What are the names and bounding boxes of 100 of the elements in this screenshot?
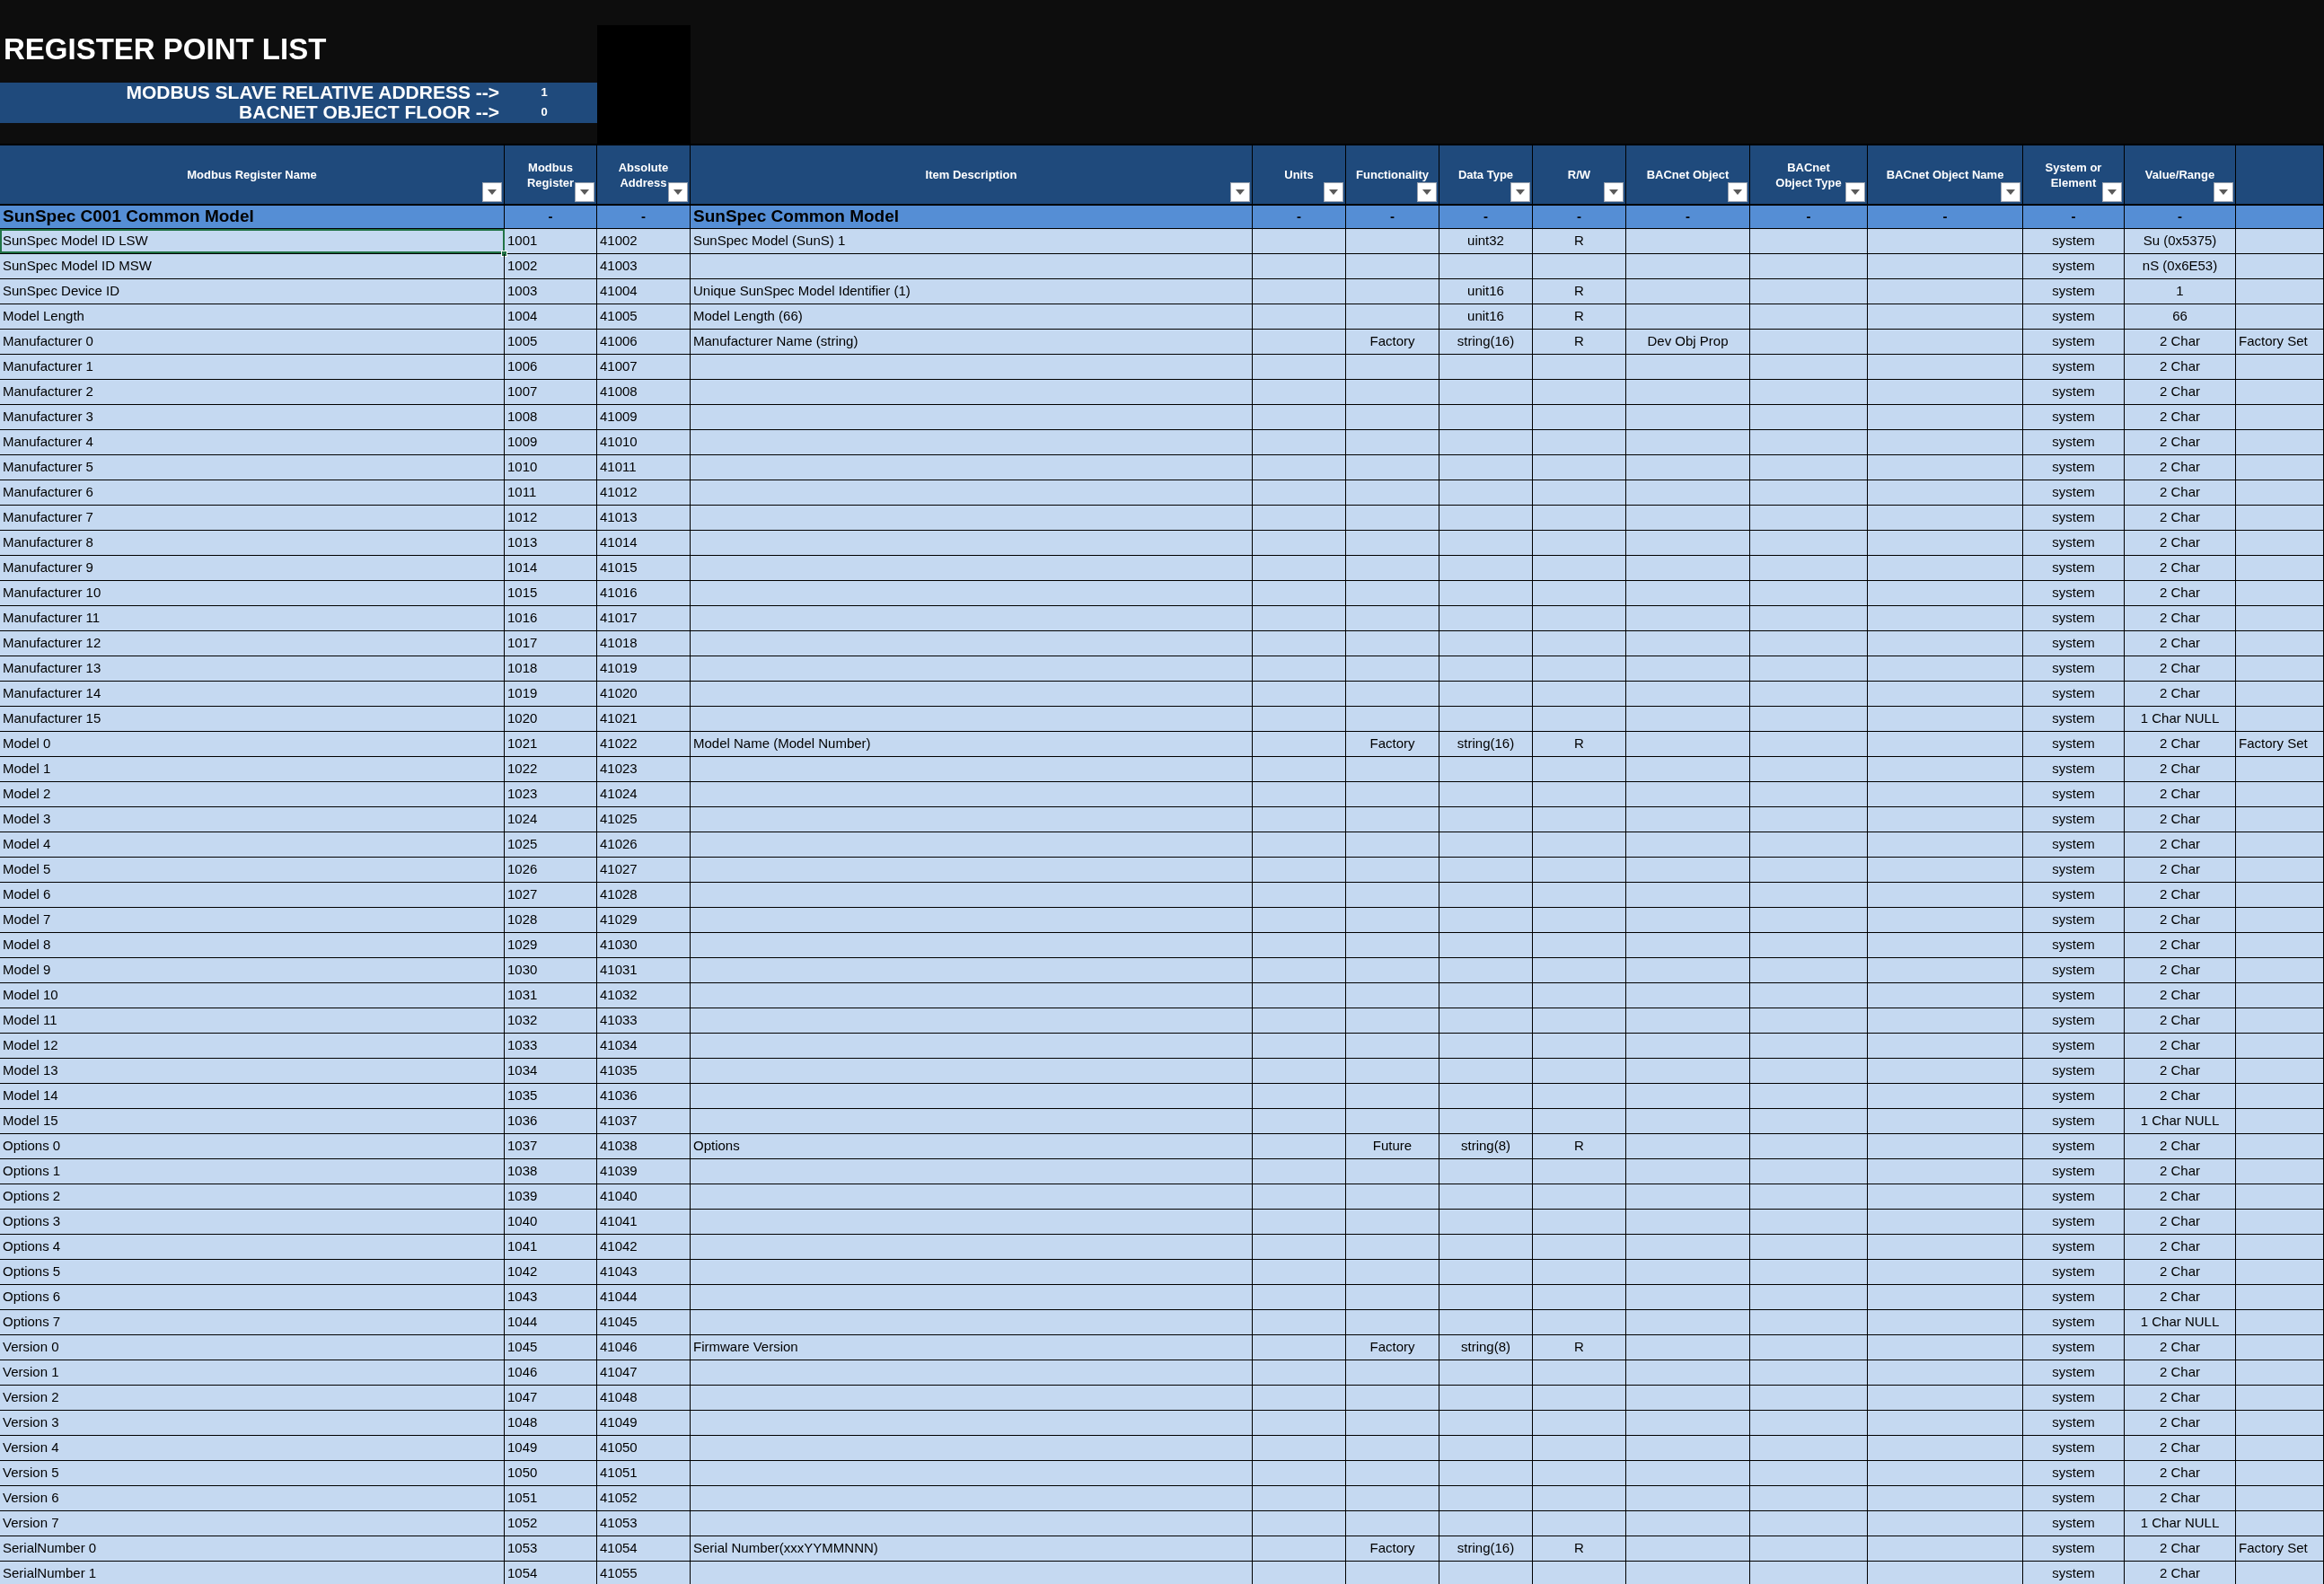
table-cell-text: 2 Char bbox=[2160, 357, 2200, 376]
name-cell[interactable]: Options 3 bbox=[0, 1210, 505, 1234]
name-cell[interactable]: Model 11 bbox=[0, 1008, 505, 1033]
filter-button[interactable] bbox=[1417, 182, 1437, 202]
table-cell-text: - bbox=[2178, 207, 2182, 226]
name-cell[interactable]: Options 0 bbox=[0, 1134, 505, 1158]
name-cell[interactable]: Model 7 bbox=[0, 908, 505, 932]
name-cell[interactable]: Version 2 bbox=[0, 1386, 505, 1410]
filter-button[interactable] bbox=[1510, 182, 1530, 202]
selected-cell[interactable]: SunSpec Model ID LSW bbox=[0, 229, 505, 253]
setting-label: MODBUS SLAVE RELATIVE ADDRESS --> bbox=[125, 83, 499, 102]
table-cell-text: 41048 bbox=[600, 1388, 638, 1407]
filter-button[interactable] bbox=[2102, 182, 2122, 202]
name-cell[interactable]: Version 4 bbox=[0, 1436, 505, 1460]
name-cell[interactable]: Manufacturer 6 bbox=[0, 480, 505, 505]
name-cell[interactable]: Model 9 bbox=[0, 958, 505, 982]
name-cell[interactable]: Model 8 bbox=[0, 933, 505, 957]
name-cell[interactable]: Manufacturer 3 bbox=[0, 405, 505, 429]
name-cell[interactable]: Manufacturer 7 bbox=[0, 506, 505, 530]
name-cell[interactable]: Version 6 bbox=[0, 1486, 505, 1510]
name-cell[interactable]: Manufacturer 4 bbox=[0, 430, 505, 454]
name-cell[interactable]: Manufacturer 2 bbox=[0, 380, 505, 404]
name-cell[interactable]: Manufacturer 5 bbox=[0, 455, 505, 480]
filter-button[interactable] bbox=[1728, 182, 1747, 202]
name-cell[interactable]: Version 3 bbox=[0, 1411, 505, 1435]
name-cell[interactable]: Manufacturer 1 bbox=[0, 355, 505, 379]
name-cell[interactable]: Manufacturer 10 bbox=[0, 581, 505, 605]
name-cell[interactable]: Model 1 bbox=[0, 757, 505, 781]
table-cell-text: 41034 bbox=[600, 1036, 638, 1055]
name-cell[interactable]: Model 15 bbox=[0, 1109, 505, 1133]
filter-button[interactable] bbox=[1324, 182, 1343, 202]
table-cell-text: 2 Char bbox=[2160, 936, 2200, 955]
name-cell[interactable]: Model Length bbox=[0, 304, 505, 329]
table-cell-text: 41021 bbox=[600, 709, 638, 728]
filter-button[interactable] bbox=[1845, 182, 1865, 202]
table-cell-text: 1054 bbox=[507, 1564, 538, 1583]
name-cell[interactable]: Options 1 bbox=[0, 1159, 505, 1184]
table-cell-text: 2 Char bbox=[2160, 1137, 2200, 1156]
table-cell-text: 41027 bbox=[600, 860, 638, 879]
table-cell-text: 41049 bbox=[600, 1413, 638, 1432]
table-cell-text: Su (0x5375) bbox=[2143, 232, 2217, 251]
filter-button[interactable] bbox=[1230, 182, 1250, 202]
table-cell-text: system bbox=[2052, 1388, 2095, 1407]
name-cell[interactable]: Manufacturer 9 bbox=[0, 556, 505, 580]
dropdown-arrow-icon bbox=[580, 189, 589, 195]
name-cell[interactable]: Model 0 bbox=[0, 732, 505, 756]
filter-button[interactable] bbox=[668, 182, 688, 202]
name-cell[interactable]: Manufacturer 14 bbox=[0, 682, 505, 706]
name-cell[interactable]: Version 1 bbox=[0, 1360, 505, 1385]
name-cell[interactable]: Model 12 bbox=[0, 1034, 505, 1058]
name-cell[interactable]: Manufacturer 15 bbox=[0, 707, 505, 731]
table-cell-text: Options 6 bbox=[3, 1288, 61, 1307]
filter-button[interactable] bbox=[2001, 182, 2020, 202]
name-cell[interactable]: SunSpec Device ID bbox=[0, 279, 505, 304]
column-header: Modbus Register Name bbox=[186, 167, 318, 182]
fill-handle[interactable] bbox=[501, 251, 507, 257]
filter-button[interactable] bbox=[2214, 182, 2233, 202]
name-cell[interactable]: Manufacturer 0 bbox=[0, 330, 505, 354]
name-cell[interactable]: Manufacturer 13 bbox=[0, 656, 505, 681]
name-cell[interactable]: Options 4 bbox=[0, 1235, 505, 1259]
name-cell[interactable]: Options 2 bbox=[0, 1184, 505, 1209]
name-cell[interactable]: Version 5 bbox=[0, 1461, 505, 1485]
name-cell[interactable]: Model 10 bbox=[0, 983, 505, 1008]
name-cell[interactable]: Version 0 bbox=[0, 1335, 505, 1360]
name-cell[interactable]: SunSpec Model ID MSW bbox=[0, 254, 505, 278]
table-cell-text: system bbox=[2052, 533, 2095, 552]
filter-button[interactable] bbox=[482, 182, 502, 202]
name-cell[interactable]: Manufacturer 11 bbox=[0, 606, 505, 630]
table-cell-text: uint32 bbox=[1467, 232, 1504, 251]
name-cell[interactable]: Model 14 bbox=[0, 1084, 505, 1108]
table-cell-text: system bbox=[2052, 1162, 2095, 1181]
column-header: BACnet Object bbox=[1645, 167, 1730, 182]
name-cell[interactable]: Manufacturer 8 bbox=[0, 531, 505, 555]
table-cell-text: 41003 bbox=[600, 257, 638, 276]
table-cell-text: Version 1 bbox=[3, 1363, 59, 1382]
name-cell[interactable]: Model 3 bbox=[0, 807, 505, 832]
table-cell-text: Options 5 bbox=[3, 1263, 61, 1281]
name-cell[interactable]: Version 7 bbox=[0, 1511, 505, 1536]
name-cell[interactable]: Model 13 bbox=[0, 1059, 505, 1083]
name-cell[interactable]: SerialNumber 0 bbox=[0, 1536, 505, 1561]
filter-button[interactable] bbox=[1604, 182, 1624, 202]
name-cell[interactable]: Options 6 bbox=[0, 1285, 505, 1309]
table-cell-text: Options 7 bbox=[3, 1313, 61, 1332]
name-cell[interactable]: Options 7 bbox=[0, 1310, 505, 1334]
column-header: BACnet Object Type bbox=[1774, 159, 1843, 190]
filter-button[interactable] bbox=[575, 182, 594, 202]
name-cell[interactable]: Model 5 bbox=[0, 858, 505, 882]
table-cell-text: 41050 bbox=[600, 1439, 638, 1457]
table-cell-text: 2 Char bbox=[2160, 1413, 2200, 1432]
table-cell-text: system bbox=[2052, 559, 2095, 577]
name-cell[interactable]: SerialNumber 1 bbox=[0, 1562, 505, 1584]
name-cell[interactable]: Model 6 bbox=[0, 883, 505, 907]
name-cell[interactable]: Model 2 bbox=[0, 782, 505, 806]
table-cell-text: 2 Char bbox=[2160, 559, 2200, 577]
table-cell-text: 41043 bbox=[600, 1263, 638, 1281]
name-cell[interactable]: Manufacturer 12 bbox=[0, 631, 505, 656]
table-cell-text: 2 Char bbox=[2160, 1263, 2200, 1281]
name-cell[interactable]: Options 5 bbox=[0, 1260, 505, 1284]
table-cell-text: Serial Number(xxxYYMMNNN) bbox=[693, 1539, 878, 1558]
name-cell[interactable]: Model 4 bbox=[0, 832, 505, 857]
